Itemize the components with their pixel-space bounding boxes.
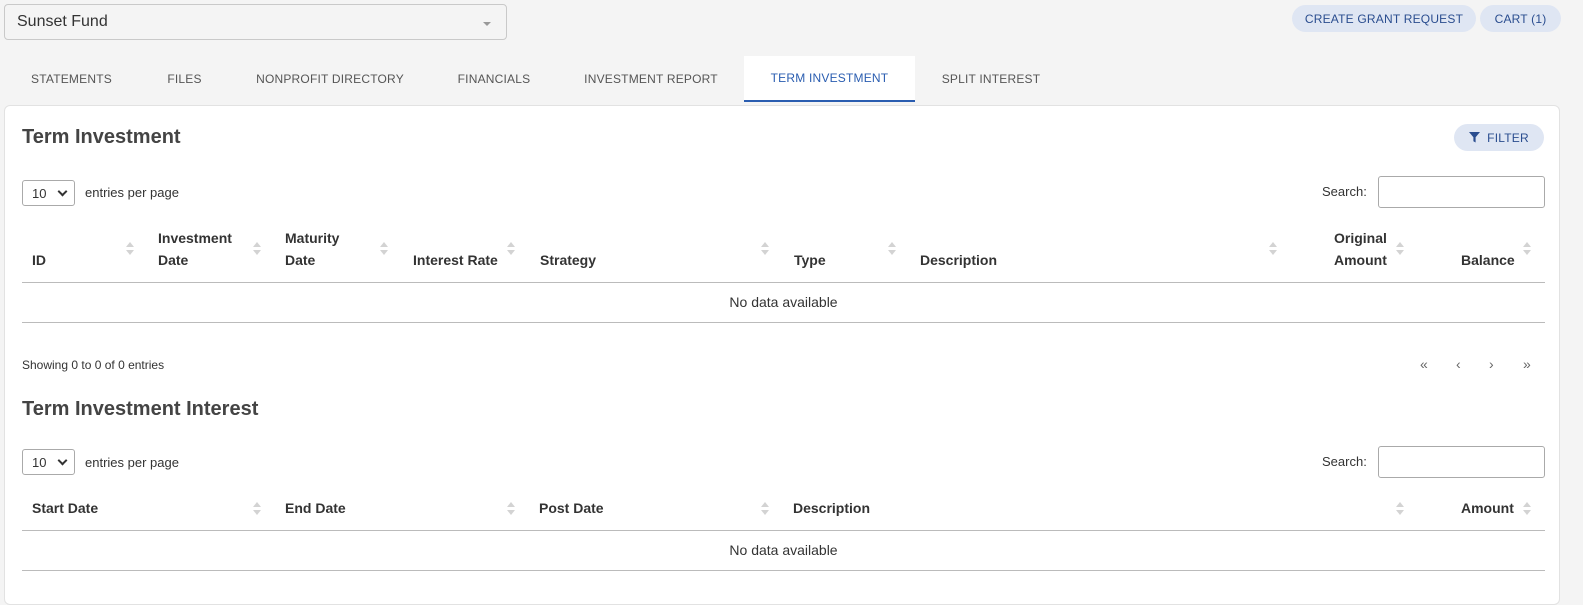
filter-button[interactable]: FILTER: [1454, 124, 1544, 151]
sort-icon[interactable]: [761, 241, 769, 257]
term-investment-interest-title: Term Investment Interest: [22, 398, 259, 420]
tab-files[interactable]: FILES: [139, 56, 230, 102]
column-header-strategy[interactable]: Strategy: [540, 227, 596, 271]
column-header-maturity-date[interactable]: Maturity Date: [285, 227, 339, 271]
column-header-line2: Type: [794, 252, 826, 268]
tab-bar: STATEMENTS FILES NONPROFIT DIRECTORY FIN…: [0, 56, 1583, 102]
column-header-original-amount[interactable]: Original Amount: [1334, 227, 1387, 271]
showing-entries-text: Showing 0 to 0 of 0 entries: [22, 358, 165, 372]
empty-table-message: No data available: [729, 294, 838, 310]
entries-per-page-value: 10: [32, 454, 47, 470]
fund-selector-value: Sunset Fund: [17, 13, 108, 30]
sort-icon[interactable]: [380, 241, 388, 257]
search-label: Search:: [1322, 184, 1367, 199]
column-header-investment-date[interactable]: Investment Date: [158, 227, 232, 271]
filter-button-label: FILTER: [1487, 130, 1529, 145]
column-header-line1: [32, 227, 46, 249]
sort-icon[interactable]: [888, 241, 896, 257]
empty-table-message: No data available: [729, 542, 838, 558]
tab-split-interest[interactable]: SPLIT INTEREST: [915, 56, 1067, 102]
chevron-down-icon: [57, 455, 68, 466]
column-header-amount[interactable]: Amount: [1461, 497, 1514, 519]
tab-investment-report[interactable]: INVESTMENT REPORT: [558, 56, 744, 102]
column-header-line1: Original: [1334, 230, 1387, 246]
search-input[interactable]: [1378, 176, 1545, 208]
term-investment-title: Term Investment: [22, 126, 181, 148]
column-header-line2: Date: [158, 252, 189, 268]
sort-icon[interactable]: [253, 241, 261, 257]
column-header-line2: Balance: [1461, 252, 1515, 268]
sort-icon[interactable]: [1396, 241, 1404, 257]
column-header-line1: Investment: [158, 230, 232, 246]
tab-financials[interactable]: FINANCIALS: [430, 56, 558, 102]
column-header-line2: Description: [920, 252, 998, 268]
tab-nonprofit-directory[interactable]: NONPROFIT DIRECTORY: [230, 56, 430, 102]
column-header-line2: Interest Rate: [413, 252, 498, 268]
sort-icon[interactable]: [761, 501, 769, 517]
column-header-interest-description[interactable]: Description: [793, 497, 870, 519]
column-header-id[interactable]: ID: [32, 227, 46, 271]
next-page-button[interactable]: ›: [1489, 356, 1494, 372]
filter-icon: [1469, 132, 1481, 143]
content-panel: Term Investment FILTER 10 entries per pa…: [4, 105, 1560, 605]
table-header-divider: [22, 530, 1545, 531]
table-bottom-divider: [22, 322, 1545, 323]
column-header-start-date[interactable]: Start Date: [32, 497, 98, 519]
sort-icon[interactable]: [1523, 241, 1531, 257]
table-header-divider: [22, 282, 1545, 283]
column-header-description[interactable]: Description: [920, 227, 997, 271]
column-header-line2: ID: [32, 252, 46, 268]
top-bar: Sunset Fund CREATE GRANT REQUEST CART (1…: [0, 0, 1583, 54]
tab-statements[interactable]: STATEMENTS: [4, 56, 139, 102]
previous-page-button[interactable]: ‹: [1456, 356, 1461, 372]
column-header-line1: Maturity: [285, 230, 340, 246]
first-page-button[interactable]: «: [1420, 356, 1428, 372]
tab-term-investment[interactable]: TERM INVESTMENT: [744, 56, 915, 102]
sort-icon[interactable]: [507, 501, 515, 517]
caret-down-icon: [483, 22, 491, 26]
column-header-line2: Date: [285, 252, 316, 268]
cart-button[interactable]: CART (1): [1480, 5, 1561, 32]
sort-icon[interactable]: [507, 241, 515, 257]
entries-per-page-select[interactable]: 10: [22, 180, 75, 206]
create-grant-request-button[interactable]: CREATE GRANT REQUEST: [1292, 5, 1476, 32]
column-header-line1: [794, 227, 826, 249]
last-page-button[interactable]: »: [1523, 356, 1531, 372]
fund-selector[interactable]: Sunset Fund: [4, 4, 507, 40]
sort-icon[interactable]: [1269, 241, 1277, 257]
sort-icon[interactable]: [1523, 501, 1531, 517]
entries-per-page-label: entries per page: [85, 185, 179, 200]
interest-entries-per-page-select[interactable]: 10: [22, 449, 75, 475]
column-header-line1: [920, 227, 997, 249]
column-header-line1: [413, 227, 498, 249]
column-header-post-date[interactable]: Post Date: [539, 497, 604, 519]
column-header-end-date[interactable]: End Date: [285, 497, 346, 519]
table-bottom-divider: [22, 570, 1545, 571]
sort-icon[interactable]: [253, 501, 261, 517]
sort-icon[interactable]: [126, 241, 134, 257]
column-header-line2: Strategy: [540, 252, 597, 268]
column-header-line1: [1461, 227, 1515, 249]
column-header-balance[interactable]: Balance: [1461, 227, 1515, 271]
interest-search-input[interactable]: [1378, 446, 1545, 478]
entries-per-page-value: 10: [32, 185, 47, 201]
column-header-type[interactable]: Type: [794, 227, 826, 271]
column-header-line2: Amount: [1334, 252, 1387, 268]
chevron-down-icon: [57, 186, 68, 197]
entries-per-page-label: entries per page: [85, 455, 179, 470]
column-header-line1: [540, 227, 596, 249]
column-header-interest-rate[interactable]: Interest Rate: [413, 227, 498, 271]
search-label: Search:: [1322, 454, 1367, 469]
sort-icon[interactable]: [1396, 501, 1404, 517]
